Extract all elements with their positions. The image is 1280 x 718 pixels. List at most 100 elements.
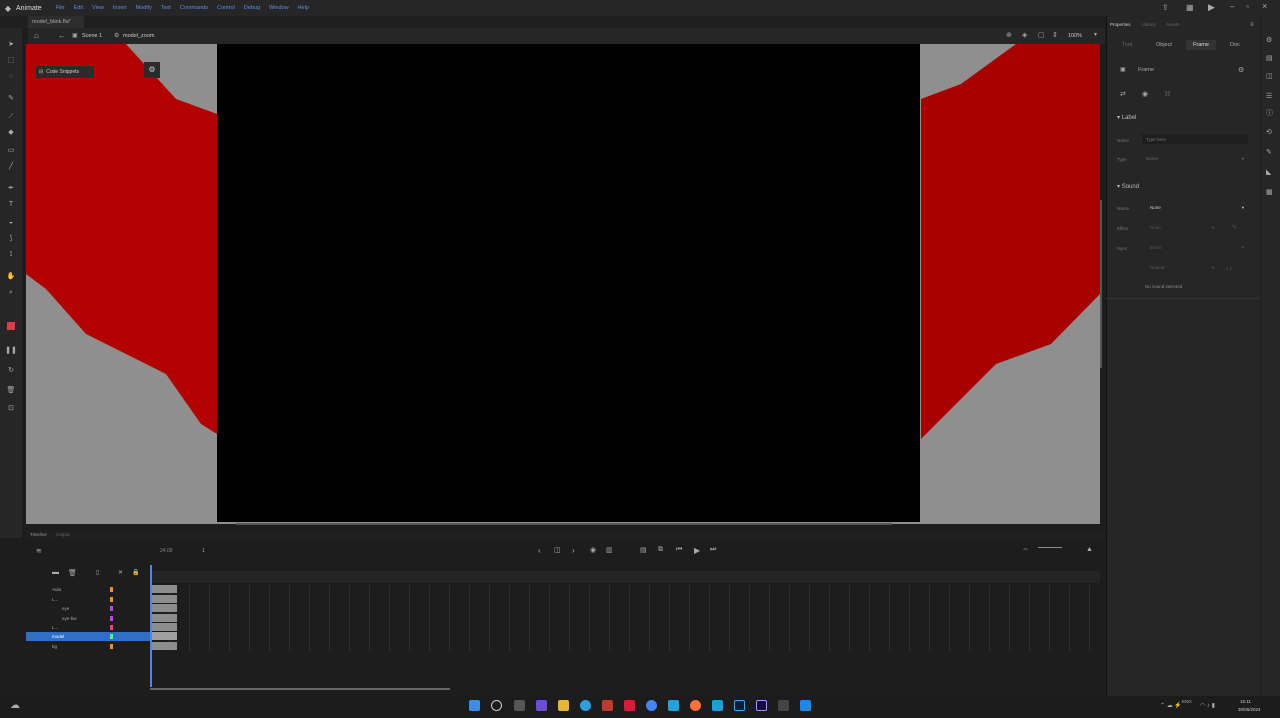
line-tool-icon[interactable]: ╱ [5, 162, 17, 172]
snippet-gear-icon[interactable]: ⚙ [144, 62, 160, 78]
document-tab[interactable]: model_blink.fla* [28, 16, 84, 28]
motion-editor-icon[interactable]: ◣ [1266, 168, 1271, 176]
paint-bucket-icon[interactable]: ◒ [5, 218, 17, 228]
sound-effect-select[interactable]: None ▾ [1146, 223, 1218, 233]
label-type-select[interactable]: Name ▾ [1142, 154, 1248, 164]
subtab-frame[interactable]: Frame [1186, 40, 1216, 50]
eraser-tool-icon[interactable]: ◆ [5, 128, 17, 138]
center-stage-icon[interactable]: ⊕ [1006, 31, 1012, 39]
weather-icon[interactable]: ☁ [10, 700, 20, 711]
camera-icon[interactable]: ◈ [1022, 31, 1027, 39]
sound-name-select[interactable]: None ▾ [1146, 203, 1248, 213]
chrome-icon[interactable] [646, 700, 657, 711]
start-icon[interactable] [469, 700, 480, 711]
menu-window[interactable]: Window [269, 5, 289, 11]
rectangle-tool-icon[interactable]: ▭ [5, 146, 17, 156]
stage-horizontal-scrollbar[interactable] [236, 523, 892, 525]
keyframe-span[interactable] [150, 595, 177, 603]
skype-icon[interactable] [712, 700, 723, 711]
components-icon[interactable]: ▦ [1266, 188, 1273, 196]
info-icon[interactable]: ⓘ [1266, 108, 1273, 118]
edit-sound-icon[interactable]: ✎ [1232, 224, 1237, 231]
photoshop-icon[interactable] [734, 700, 745, 711]
filezilla-icon[interactable] [602, 700, 613, 711]
layers-icon[interactable]: ≋ [36, 547, 42, 555]
layer-row[interactable]: eye-bw [36, 614, 150, 623]
menu-debug[interactable]: Debug [244, 5, 260, 11]
app-blue-icon[interactable] [668, 700, 679, 711]
more-tools-icon[interactable]: ⊡ [5, 404, 17, 414]
search-icon[interactable] [491, 700, 502, 711]
menu-modify[interactable]: Modify [136, 5, 152, 11]
tab-timeline[interactable]: Timeline [30, 532, 47, 537]
new-layer-icon[interactable]: ▬ [52, 569, 59, 576]
workspace-icon[interactable]: ▦ [1186, 3, 1194, 12]
code-snippets-panel[interactable]: ⊟ Code Snippets [36, 66, 94, 78]
task-view-icon[interactable] [514, 700, 525, 711]
visibility-icon[interactable]: ✕ [118, 569, 123, 576]
firefox-icon[interactable] [690, 700, 701, 711]
app-gray-icon[interactable] [778, 700, 789, 711]
align-icon[interactable]: ☰ [1266, 92, 1272, 100]
app-heart-icon[interactable] [624, 700, 635, 711]
eye-icon[interactable]: ◉ [1142, 90, 1148, 98]
brush-library-icon[interactable]: ✎ [1266, 148, 1272, 156]
menu-commands[interactable]: Commands [180, 5, 208, 11]
clock-date[interactable]: 30/06/2024 [1238, 707, 1261, 712]
timeline-zoom-slider[interactable] [1038, 547, 1062, 548]
timeline-ruler[interactable] [150, 571, 1100, 583]
lock-icon[interactable]: 🔒 [132, 569, 139, 576]
subtab-doc[interactable]: Doc [1230, 42, 1240, 48]
prev-keyframe-icon[interactable]: ‹ [538, 546, 541, 555]
link-icon[interactable]: ⌘ [1164, 90, 1171, 98]
timeline-scrollbar[interactable] [150, 688, 450, 690]
pen-tool-icon[interactable]: ✒ [5, 184, 17, 194]
label-name-input[interactable] [1142, 134, 1248, 144]
maximize-icon[interactable]: ▫ [1246, 2, 1249, 11]
menu-help[interactable]: Help [298, 5, 309, 11]
file-explorer-icon[interactable] [558, 700, 569, 711]
eyedropper-icon[interactable]: ⟆ [5, 234, 17, 244]
playhead[interactable] [150, 565, 152, 687]
stroke-color-swatch[interactable] [7, 322, 15, 330]
assets-icon[interactable]: ◫ [1266, 72, 1273, 80]
network-icon[interactable]: ◠ ♪ ▮ [1200, 702, 1215, 709]
keyframe-span[interactable] [150, 632, 177, 640]
next-keyframe-icon[interactable]: › [572, 546, 575, 555]
minimize-icon[interactable]: – [1230, 2, 1234, 11]
camera-layer-icon[interactable]: ⧉ [658, 546, 663, 554]
zoom-tool-icon[interactable]: ⌕ [5, 288, 17, 298]
fps-value[interactable]: 24.00 [160, 548, 173, 554]
close-icon[interactable]: × [1262, 1, 1267, 11]
selection-tool-icon[interactable]: ➤ [5, 40, 17, 50]
layer-row[interactable]: bg [36, 642, 150, 651]
fit-timeline-icon[interactable]: ⇔ [1022, 546, 1029, 553]
library-icon[interactable]: ▤ [1266, 54, 1273, 62]
highlight-icon[interactable]: ▯ [96, 569, 99, 576]
language-indicator[interactable]: ENG [1182, 699, 1192, 704]
sound-repeat-count[interactable]: x 1 [1226, 266, 1232, 271]
hand-tool-icon[interactable]: ✋ [5, 272, 17, 282]
layer-row[interactable]: eye [36, 604, 150, 613]
subtab-object[interactable]: Object [1156, 42, 1172, 48]
menu-insert[interactable]: Insert [113, 5, 127, 11]
frame-number[interactable]: 1 [202, 548, 205, 554]
trash-icon[interactable]: 🗑 [5, 386, 17, 396]
clock-time[interactable]: 15:11 [1240, 699, 1251, 704]
clip-icon[interactable]: ▢ [1038, 31, 1045, 39]
stage-canvas[interactable] [217, 44, 920, 522]
layer-row[interactable]: Aula [36, 585, 150, 594]
pause-icon[interactable]: ❚❚ [5, 346, 17, 356]
keyframe-span[interactable] [150, 623, 177, 631]
menu-text[interactable]: Text [161, 5, 171, 11]
layer-row[interactable]: L... [36, 623, 150, 632]
subtab-tool[interactable]: Tool [1122, 42, 1132, 48]
step-forward-icon[interactable]: ⏭ [710, 546, 716, 554]
layer-row-selected[interactable]: model [26, 632, 150, 641]
collapse-icon[interactable]: ▲ [1086, 546, 1093, 553]
play-icon[interactable]: ▶ [694, 546, 700, 555]
loop-icon[interactable]: ▤ [640, 546, 647, 554]
panel-menu-icon[interactable]: ≡ [1250, 22, 1254, 28]
stage-vertical-scrollbar[interactable] [1100, 200, 1102, 368]
menu-file[interactable]: File [56, 5, 65, 11]
